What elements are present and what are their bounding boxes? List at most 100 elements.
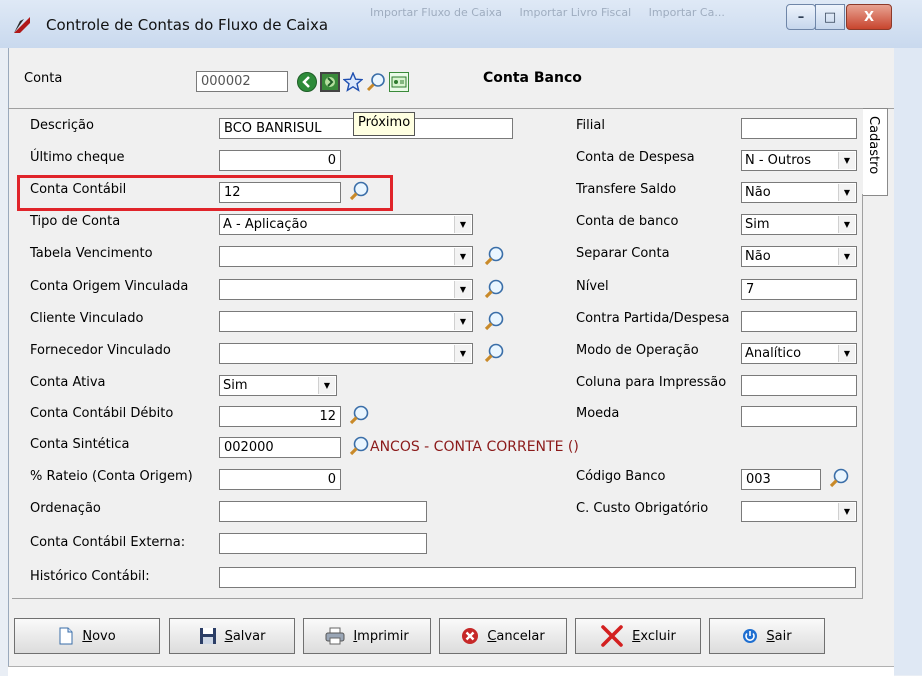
separar-conta-value: Não <box>745 249 771 264</box>
arrow-left-icon <box>302 76 310 88</box>
excluir-label: xcluir <box>640 628 676 644</box>
contra-partida-input[interactable] <box>741 311 857 332</box>
previous-button[interactable] <box>297 72 317 92</box>
conta-ativa-select[interactable]: Sim ▼ <box>219 375 337 396</box>
salvar-accel: S <box>224 628 233 644</box>
minimize-button[interactable]: – <box>786 4 816 30</box>
tipo-conta-select[interactable]: A - Aplicação ▼ <box>219 214 473 235</box>
conta-sintetica-label: Conta Sintética <box>30 437 130 452</box>
rateio-label: % Rateio (Conta Origem) <box>30 469 193 484</box>
search-conta-debito-button[interactable] <box>345 402 373 428</box>
save-icon <box>199 628 216 644</box>
salvar-button[interactable]: Salvar <box>169 618 295 654</box>
c-custo-obrigatorio-select[interactable]: ▼ <box>741 501 857 522</box>
maximize-button[interactable]: □ <box>815 4 845 30</box>
chevron-down-icon: ▼ <box>454 216 471 233</box>
rateio-input[interactable]: 0 <box>219 469 341 490</box>
search-fornecedor-button[interactable] <box>480 340 508 366</box>
conta-contabil-externa-input[interactable] <box>219 533 427 554</box>
conta-despesa-select[interactable]: N - Outros ▼ <box>741 150 857 171</box>
separar-conta-select[interactable]: Não ▼ <box>741 246 857 267</box>
conta-label: Conta <box>24 71 63 86</box>
conta-sintetica-input[interactable]: 002000 <box>219 437 341 458</box>
ordenacao-input[interactable] <box>219 501 427 522</box>
conta-banco-label: Conta de banco <box>576 214 679 229</box>
star-icon <box>343 72 363 92</box>
card-button[interactable] <box>389 72 409 92</box>
historico-contabil-input[interactable] <box>219 567 856 588</box>
modo-operacao-select[interactable]: Analítico ▼ <box>741 343 857 364</box>
chevron-down-icon: ▼ <box>838 184 855 201</box>
cancel-icon <box>462 628 479 644</box>
power-icon <box>743 629 758 643</box>
tab-cadastro-label: Cadastro <box>866 116 881 175</box>
conta-origem-vinculada-label: Conta Origem Vinculada <box>30 279 189 294</box>
imprimir-button[interactable]: Imprimir <box>303 618 431 654</box>
cancelar-button[interactable]: Cancelar <box>439 618 567 654</box>
magnifier-icon <box>484 279 504 299</box>
search-codigo-banco-button[interactable] <box>825 465 853 491</box>
descricao-label: Descrição <box>30 118 94 133</box>
codigo-banco-input[interactable]: 003 <box>741 469 821 490</box>
tipo-conta-label: Tipo de Conta <box>30 214 121 229</box>
next-button[interactable] <box>320 72 340 92</box>
historico-contabil-label: Histórico Contábil: <box>30 569 150 584</box>
chevron-down-icon: ▼ <box>454 248 471 265</box>
cancelar-label: ancelar <box>496 628 545 644</box>
conta-contabil-externa-label: Conta Contábil Externa: <box>30 535 186 550</box>
chevron-down-icon: ▼ <box>838 248 855 265</box>
magnifier-icon <box>349 436 369 456</box>
tooltip: Próximo <box>353 112 416 136</box>
excluir-button[interactable]: Excluir <box>575 618 701 654</box>
conta-banco-value: Sim <box>745 217 770 232</box>
arrow-right-icon <box>325 77 335 87</box>
chevron-down-icon: ▼ <box>318 377 335 394</box>
favorite-button[interactable] <box>343 72 363 92</box>
cliente-vinculado-select[interactable]: ▼ <box>219 311 473 332</box>
modo-operacao-label: Modo de Operação <box>576 343 699 358</box>
search-conta-origem-button[interactable] <box>480 276 508 302</box>
filial-input[interactable] <box>741 118 857 139</box>
conta-input[interactable]: 000002 <box>196 71 288 92</box>
chevron-down-icon: ▼ <box>838 216 855 233</box>
panel-border <box>862 194 863 598</box>
tabela-vencimento-select[interactable]: ▼ <box>219 246 473 267</box>
cliente-vinculado-label: Cliente Vinculado <box>30 311 144 326</box>
ultimo-cheque-input[interactable]: 0 <box>219 150 341 171</box>
id-card-icon <box>391 76 407 88</box>
nivel-input[interactable]: 7 <box>741 279 857 300</box>
background-tab[interactable]: Importar Livro Fiscal <box>520 6 632 19</box>
conta-sintetica-description: ANCOS - CONTA CORRENTE () <box>370 439 579 455</box>
search-tabela-vencimento-button[interactable] <box>480 243 508 269</box>
transfere-saldo-select[interactable]: Não ▼ <box>741 182 857 203</box>
background-tab[interactable]: Importar Ca... <box>649 6 725 19</box>
close-icon: X <box>863 9 875 25</box>
window-title: Controle de Contas do Fluxo de Caixa <box>46 16 329 34</box>
tipo-conta-value: A - Aplicação <box>223 217 308 232</box>
sair-button[interactable]: Sair <box>709 618 825 654</box>
magnifier-icon <box>366 73 385 92</box>
contra-partida-label: Contra Partida/Despesa <box>576 311 730 326</box>
conta-banco-select[interactable]: Sim ▼ <box>741 214 857 235</box>
conta-ativa-value: Sim <box>223 378 248 393</box>
chevron-down-icon: ▼ <box>838 152 855 169</box>
background-tab[interactable]: Importar Fluxo de Caixa <box>370 6 502 19</box>
search-conta-sintetica-button[interactable] <box>345 433 373 459</box>
conta-origem-vinculada-select[interactable]: ▼ <box>219 279 473 300</box>
conta-contabil-debito-input[interactable]: 12 <box>219 406 341 427</box>
fornecedor-vinculado-label: Fornecedor Vinculado <box>30 343 171 358</box>
coluna-impressao-input[interactable] <box>741 375 857 396</box>
fornecedor-vinculado-select[interactable]: ▼ <box>219 343 473 364</box>
sair-label: air <box>774 628 792 644</box>
background-tabs: Importar Fluxo de Caixa Importar Livro F… <box>370 6 730 32</box>
filial-label: Filial <box>576 118 605 133</box>
close-button[interactable]: X <box>846 4 892 30</box>
search-cliente-button[interactable] <box>480 308 508 334</box>
minimize-icon: – <box>797 9 805 25</box>
novo-button[interactable]: Novo <box>14 618 160 654</box>
magnifier-icon <box>484 246 504 266</box>
moeda-input[interactable] <box>741 406 857 427</box>
sair-accel: S <box>766 628 775 644</box>
maximize-icon: □ <box>823 9 837 25</box>
search-conta-button[interactable] <box>366 72 386 92</box>
